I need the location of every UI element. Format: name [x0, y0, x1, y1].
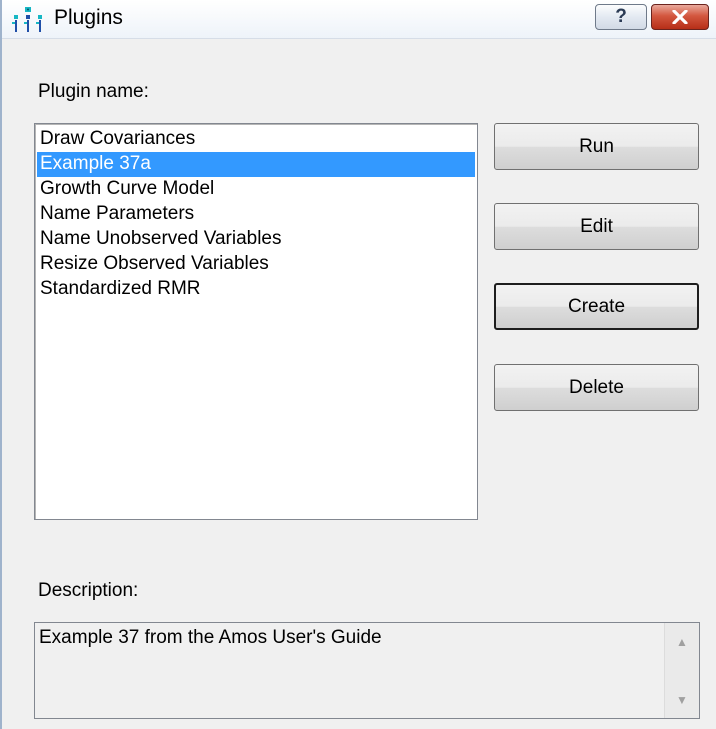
description-label: Description:: [38, 580, 139, 601]
list-item[interactable]: Standardized RMR: [37, 277, 475, 302]
help-icon: ?: [615, 6, 627, 27]
delete-button[interactable]: Delete: [494, 364, 699, 411]
create-button[interactable]: Create: [494, 283, 699, 330]
close-icon: [672, 9, 688, 25]
run-button[interactable]: Run: [494, 123, 699, 170]
help-button[interactable]: ?: [595, 4, 647, 30]
list-item[interactable]: Draw Covariances: [37, 127, 475, 152]
title-bar[interactable]: Plugins ?: [2, 0, 716, 39]
description-box[interactable]: Example 37 from the Amos User's Guide ▲ …: [34, 622, 700, 719]
plugin-listbox[interactable]: Draw Covariances Example 37a Growth Curv…: [34, 123, 478, 520]
window-title: Plugins: [54, 6, 123, 29]
list-item[interactable]: Resize Observed Variables: [37, 252, 475, 277]
description-text: Example 37 from the Amos User's Guide: [39, 627, 382, 648]
plugins-dialog: Plugins ? Plugin name: Draw Covariances …: [0, 0, 716, 729]
description-scrollbar[interactable]: ▲ ▼: [664, 623, 699, 718]
list-item[interactable]: Example 37a: [37, 152, 475, 177]
scroll-down-icon[interactable]: ▼: [665, 689, 699, 711]
scroll-up-icon[interactable]: ▲: [665, 631, 699, 653]
close-button[interactable]: [651, 4, 709, 30]
edit-button[interactable]: Edit: [494, 203, 699, 250]
list-item[interactable]: Growth Curve Model: [37, 177, 475, 202]
list-item[interactable]: Name Parameters: [37, 202, 475, 227]
list-item[interactable]: Name Unobserved Variables: [37, 227, 475, 252]
plugin-name-label: Plugin name:: [38, 81, 149, 102]
plugins-app-icon: [10, 7, 46, 33]
